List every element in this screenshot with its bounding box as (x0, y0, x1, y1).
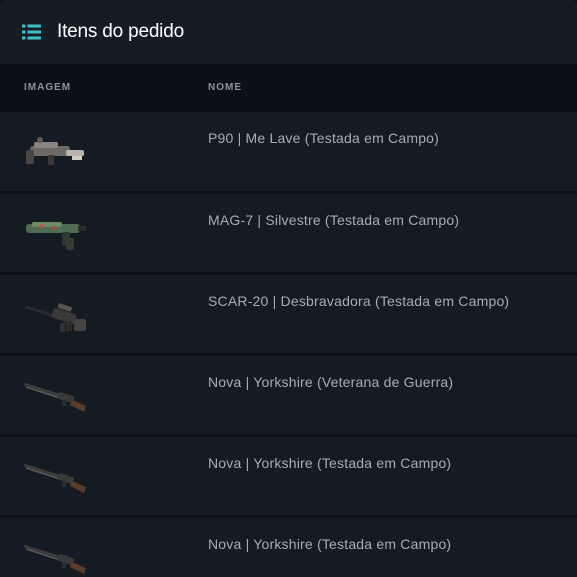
item-name: Nova | Yorkshire (Testada em Campo) (208, 536, 452, 552)
nova-weapon-icon (23, 463, 86, 493)
mag7-weapon-icon (26, 222, 86, 250)
table-row[interactable]: Nova | Yorkshire (Testada em Campo) (0, 434, 577, 515)
list-icon (22, 24, 41, 40)
column-header-image: IMAGEM (24, 82, 72, 93)
table-row[interactable]: SCAR-20 | Desbravadora (Testada em Campo… (0, 272, 577, 353)
scar20-weapon-icon (25, 303, 86, 332)
nova-weapon-icon (23, 544, 86, 574)
items-list: P90 | Me Lave (Testada em Campo) MAG-7 |… (0, 112, 577, 577)
panel-title: Itens do pedido (57, 21, 184, 42)
table-row[interactable]: P90 | Me Lave (Testada em Campo) (0, 112, 577, 191)
item-name: MAG-7 | Silvestre (Testada em Campo) (208, 212, 460, 228)
panel-header: Itens do pedido (0, 0, 577, 64)
nova-weapon-icon (23, 382, 86, 412)
item-name: SCAR-20 | Desbravadora (Testada em Campo… (208, 293, 510, 309)
table-row[interactable]: MAG-7 | Silvestre (Testada em Campo) (0, 191, 577, 272)
item-name: P90 | Me Lave (Testada em Campo) (208, 130, 440, 146)
item-name: Nova | Yorkshire (Testada em Campo) (208, 455, 452, 471)
column-header-name: NOME (208, 82, 242, 93)
item-name: Nova | Yorkshire (Veterana de Guerra) (208, 374, 454, 390)
p90-weapon-icon (26, 137, 84, 165)
table-header: IMAGEM NOME (0, 64, 577, 112)
table-row[interactable]: Nova | Yorkshire (Testada em Campo) (0, 515, 577, 577)
table-row[interactable]: Nova | Yorkshire (Veterana de Guerra) (0, 353, 577, 434)
order-items-panel: Itens do pedido IMAGEM NOME P90 | Me Lav… (0, 0, 577, 577)
